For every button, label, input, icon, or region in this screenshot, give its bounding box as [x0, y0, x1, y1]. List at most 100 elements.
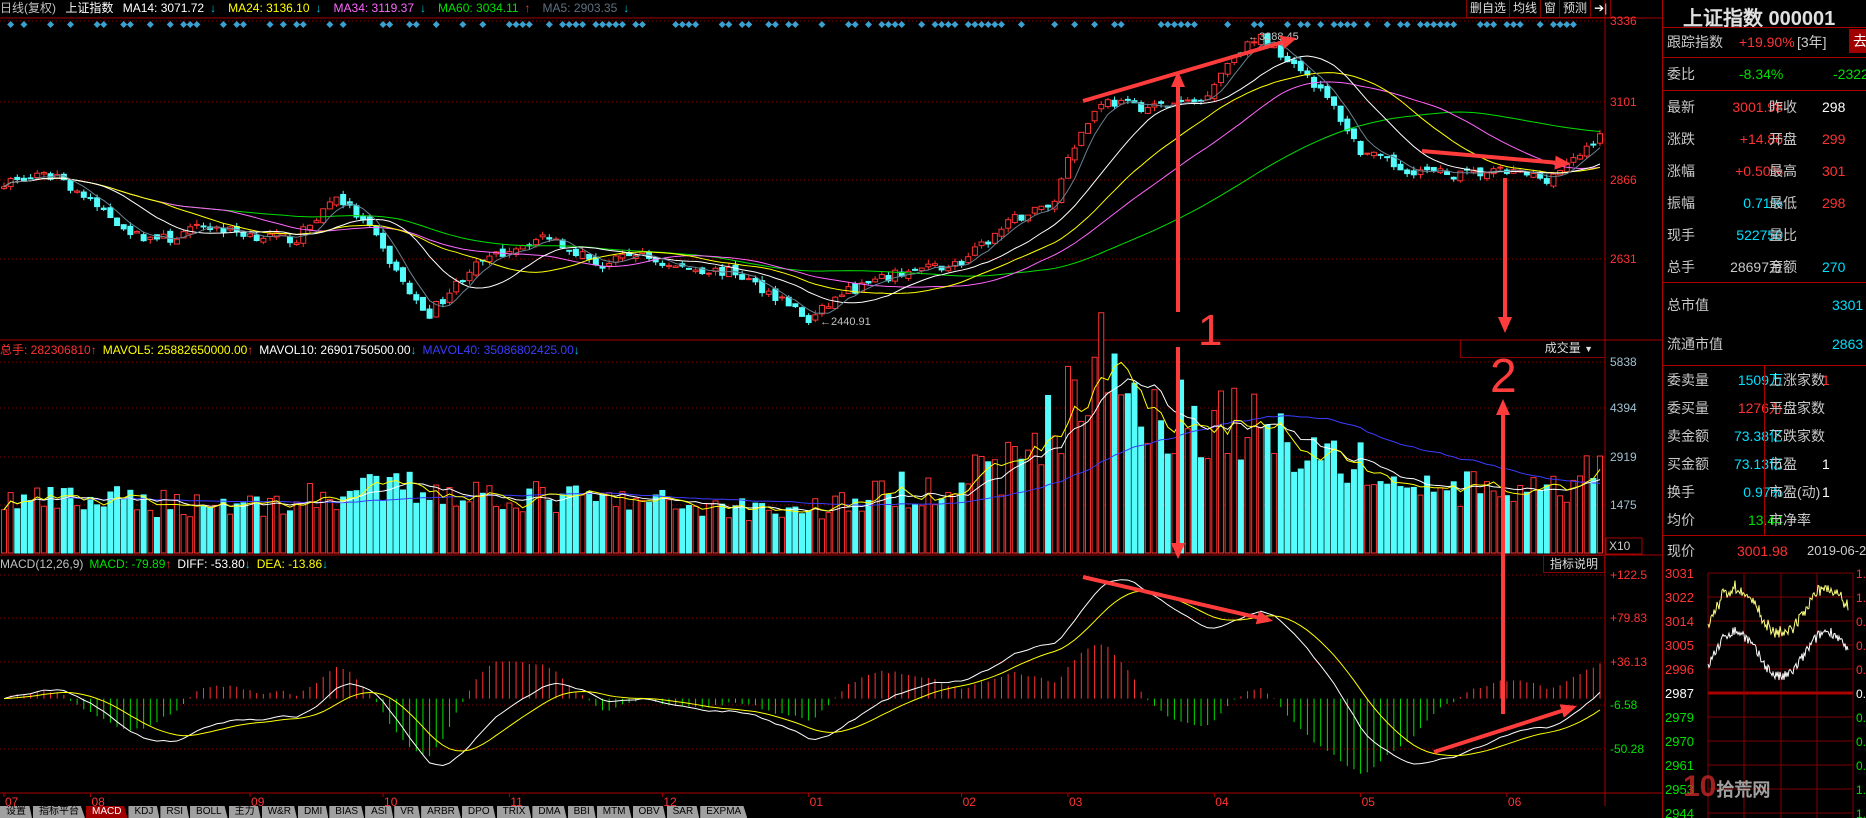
signal-diamond-icon [878, 21, 886, 28]
volume-bar [1337, 473, 1344, 554]
tab-kdj[interactable]: KDJ [128, 806, 160, 818]
signal-diamond-icon [951, 21, 959, 28]
tab-[interactable]: 设置 [0, 806, 32, 818]
tab-[interactable]: 主力 [228, 806, 261, 818]
tab-expma[interactable]: EXPMA [700, 806, 748, 818]
volume-bar [1111, 353, 1118, 554]
volume-bar [1590, 477, 1597, 554]
candle-down [912, 268, 919, 271]
candle-down [386, 245, 393, 264]
tab-dma[interactable]: DMA [532, 806, 567, 818]
volume-bar [1038, 464, 1045, 554]
index-line-yellow [1707, 580, 1849, 638]
signal-diamond-icon [1503, 21, 1511, 28]
volume-bar [1198, 457, 1204, 554]
candle-up [193, 223, 200, 226]
quote-label-2: 最低 [1769, 195, 1797, 211]
quote-row: 委买量 1276万 平盘家数 [1667, 398, 1866, 418]
volume-indicator-select[interactable]: 成交量 ▼ [1460, 340, 1605, 358]
candle-down [1350, 128, 1357, 140]
quote-label: 涨跌 [1667, 131, 1695, 147]
indicator-help-button[interactable]: 指标说明 [1543, 555, 1605, 573]
volume-bar [1437, 487, 1444, 554]
mini-price-label: 2979 [1665, 710, 1694, 725]
volume-selector-label: 成交量 [1544, 341, 1581, 355]
candle-down [685, 267, 692, 270]
candle-up [932, 263, 938, 267]
candle-down [772, 288, 779, 301]
candle-down [120, 224, 127, 230]
volume-bar [1570, 479, 1577, 554]
signal-diamond-icon [166, 21, 174, 28]
candle-up [998, 228, 1005, 237]
candle-up [745, 278, 752, 281]
axis-label: 3336 [1610, 14, 1637, 28]
arrow-up-icon: ↑ [247, 343, 254, 357]
candle-up [453, 280, 460, 293]
candle-down [140, 234, 147, 242]
tab-bbi[interactable]: BBI [567, 806, 596, 818]
tab-macd[interactable]: MACD [86, 806, 128, 818]
candle-down [1291, 59, 1298, 65]
quote-label: 振幅 [1667, 195, 1695, 211]
tab-mtm[interactable]: MTM [596, 806, 632, 818]
tab-[interactable]: 指标平台 [33, 806, 85, 818]
candle-up [1583, 145, 1590, 157]
kline-chart[interactable]: 3336 3101 2866 2631 5838 4394 2919 1475 +122.5 +7… [0, 0, 1662, 818]
tab-vr[interactable]: VR [394, 806, 421, 818]
volume-bar [120, 498, 127, 554]
candle-down [799, 307, 805, 317]
signal-diamond-icon [459, 21, 467, 28]
remove-button[interactable]: 去掉 [1849, 29, 1866, 53]
signal-diamond-icon [771, 21, 779, 28]
volume-bar [1390, 476, 1397, 554]
quote-row: 最新 3001.98 昨收 298 [1667, 97, 1866, 117]
mini-pct-label: 0.5 [1856, 735, 1866, 749]
quote-value-2: 298 [1822, 195, 1846, 211]
tab-arbr[interactable]: ARBR [421, 806, 461, 818]
volume-bar [1424, 475, 1431, 554]
volume-bar [207, 507, 214, 554]
signal-diamond-icon [1416, 21, 1424, 28]
signal-diamond-icon [1397, 21, 1404, 28]
tab-boll[interactable]: BOLL [190, 806, 228, 818]
signal-diamond-icon [1297, 21, 1305, 28]
tab-dpo[interactable]: DPO [461, 806, 496, 818]
volume-bar [459, 500, 466, 554]
month-label: 04 [1215, 795, 1229, 809]
tab-rsi[interactable]: RSI [160, 806, 190, 818]
signal-diamond-icon [898, 21, 906, 28]
tab-bias[interactable]: BIAS [329, 806, 365, 818]
candle-up [872, 278, 879, 283]
candle-up [1084, 123, 1091, 134]
volume-bar [1483, 481, 1490, 554]
candle-up [34, 172, 41, 179]
candle-up [187, 226, 194, 235]
tab-asi[interactable]: ASI [365, 806, 394, 818]
axis-label: 2919 [1610, 450, 1637, 464]
tab-sar[interactable]: SAR [666, 806, 700, 818]
track-index-period: [3年] [1797, 34, 1827, 50]
market-cap-row: 流通市值 2863 [1667, 334, 1866, 354]
tab-wr[interactable]: W&R [261, 806, 297, 818]
volume-bar [227, 513, 234, 554]
volume-bar [1284, 442, 1291, 554]
volume-bar [985, 461, 992, 554]
volume-bar [679, 508, 686, 554]
candle-up [1364, 152, 1371, 155]
signal-diamond-icon [1549, 21, 1557, 28]
tab-obv[interactable]: OBV [632, 806, 666, 818]
quote-label-2: 金额 [1769, 259, 1797, 275]
tab-trix[interactable]: TRIX [496, 806, 532, 818]
signal-diamond-icon [1383, 21, 1391, 28]
indicator-label: MACD: -79.89 [89, 557, 166, 571]
month-label: 06 [1508, 795, 1522, 809]
mini-pct-label: 0.3 [1856, 711, 1866, 725]
volume-bar [1537, 489, 1544, 554]
candle-down [107, 207, 114, 219]
volume-bar [493, 505, 500, 554]
candle-up [765, 290, 772, 295]
tab-dmi[interactable]: DMI [297, 806, 329, 818]
signal-diamond-icon [1563, 21, 1571, 28]
volume-bar [672, 508, 679, 554]
